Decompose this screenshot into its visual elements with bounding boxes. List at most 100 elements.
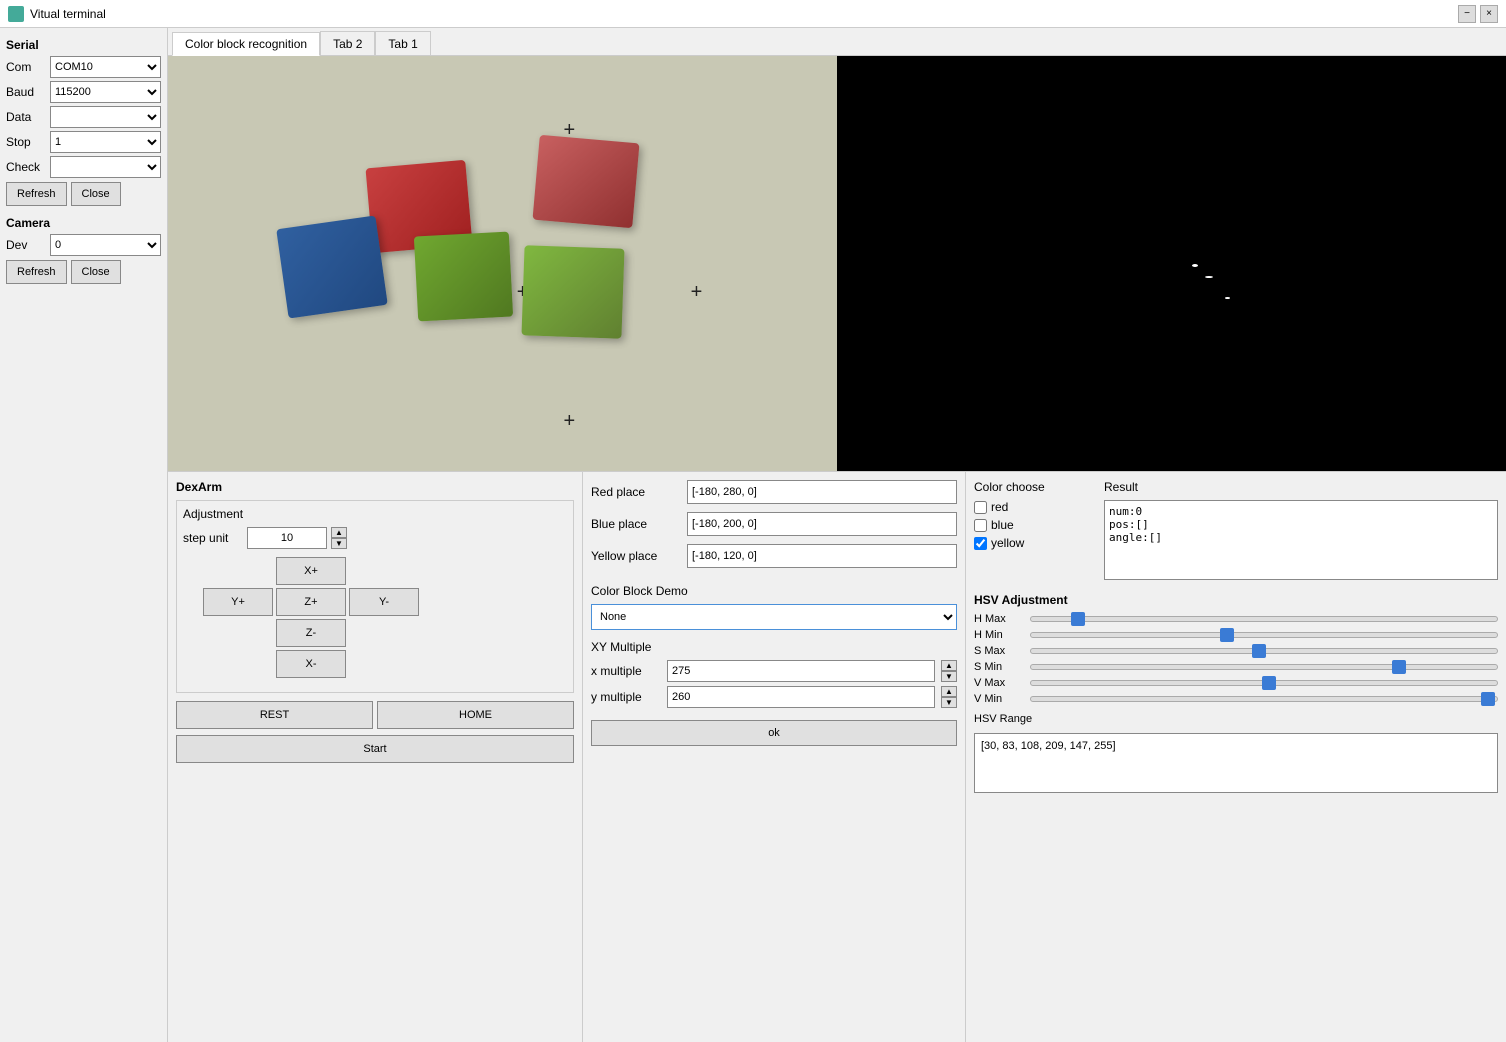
blue-block [276,215,388,318]
app-title: Vitual terminal [30,7,106,21]
step-unit-input[interactable] [247,527,327,549]
step-up-button[interactable]: ▲ [331,527,347,538]
y-plus-button[interactable]: Y+ [203,588,273,616]
data-label: Data [6,110,46,124]
close-button[interactable]: × [1480,5,1498,23]
camera-refresh-button[interactable]: Refresh [6,260,67,284]
tab-color-block[interactable]: Color block recognition [172,32,320,56]
x-plus-button[interactable]: X+ [276,557,346,585]
dev-select[interactable]: 012 [50,234,161,256]
hsv-thumb-2 [1252,644,1266,658]
camera-close-button[interactable]: Close [71,260,121,284]
hsv-label-2: S Max [974,645,1024,657]
x-multiple-down[interactable]: ▼ [941,671,957,682]
hsv-track-0[interactable] [1030,616,1498,622]
green-block-1 [413,232,512,322]
dexarm-title: DexArm [176,480,574,494]
baud-label: Baud [6,85,46,99]
camera-view-black [837,56,1506,471]
serial-close-button[interactable]: Close [71,182,121,206]
blue-label: blue [991,518,1014,532]
result-textarea: num:0 pos:[] angle:[] [1104,500,1498,580]
hsv-thumb-1 [1220,628,1234,642]
hsv-range-box: [30, 83, 108, 209, 147, 255] [974,733,1498,793]
adjustment-title: Adjustment [183,507,567,521]
color-choose-section: Color choose red blue yell [974,480,1094,583]
x-multiple-up[interactable]: ▲ [941,660,957,671]
hsv-slider-row-2: S Max [974,645,1498,657]
hsv-track-3[interactable] [1030,664,1498,670]
xy-multiple-title: XY Multiple [591,640,957,654]
rest-button[interactable]: REST [176,701,373,729]
tab-1[interactable]: Tab 1 [375,31,430,55]
stop-select[interactable]: 12 [50,131,161,153]
hsv-track-2[interactable] [1030,648,1498,654]
result-title: Result [1104,480,1498,494]
x-multiple-label: x multiple [591,664,661,678]
hsv-thumb-0 [1071,612,1085,626]
minimize-button[interactable]: − [1458,5,1476,23]
hsv-section: HSV Adjustment H MaxH MinS MaxS MinV Max… [974,593,1498,793]
x-multiple-input[interactable] [667,660,935,682]
hsv-thumb-5 [1481,692,1495,706]
home-button[interactable]: HOME [377,701,574,729]
hsv-track-1[interactable] [1030,632,1498,638]
y-multiple-up[interactable]: ▲ [941,686,957,697]
white-speck-3 [1225,297,1230,299]
yellow-checkbox[interactable] [974,537,987,550]
hsv-thumb-4 [1262,676,1276,690]
step-down-button[interactable]: ▼ [331,538,347,549]
blue-checkbox[interactable] [974,519,987,532]
serial-refresh-button[interactable]: Refresh [6,182,67,206]
y-multiple-input[interactable] [667,686,935,708]
ok-button[interactable]: ok [591,720,957,746]
crosshair-4: + [687,283,707,303]
hsv-slider-row-5: V Min [974,693,1498,705]
start-button[interactable]: Start [176,735,574,763]
title-bar: Vitual terminal − × [0,0,1506,28]
com-label: Com [6,60,46,74]
red-checkbox[interactable] [974,501,987,514]
hsv-label-5: V Min [974,693,1024,705]
color-block-demo-select[interactable]: NoneDemo1Demo2 [591,604,957,630]
white-speck-2 [1205,276,1213,278]
y-multiple-label: y multiple [591,690,661,704]
hsv-label-4: V Max [974,677,1024,689]
com-select[interactable]: COM10COM1COM2 [50,56,161,78]
hsv-thumb-3 [1392,660,1406,674]
data-select[interactable]: 87 [50,106,161,128]
green-block-2 [521,245,624,338]
hsv-slider-row-4: V Max [974,677,1498,689]
white-speck-1 [1192,264,1198,267]
yellow-place-input[interactable] [687,544,957,568]
hsv-track-4[interactable] [1030,680,1498,686]
tab-2[interactable]: Tab 2 [320,31,375,55]
y-multiple-down[interactable]: ▼ [941,697,957,708]
hsv-slider-row-0: H Max [974,613,1498,625]
z-minus-button[interactable]: Z- [276,619,346,647]
hsv-title: HSV Adjustment [974,593,1498,607]
blue-place-label: Blue place [591,517,681,531]
blue-place-input[interactable] [687,512,957,536]
hsv-label-0: H Max [974,613,1024,625]
x-minus-button[interactable]: X- [276,650,346,678]
tab-bar: Color block recognition Tab 2 Tab 1 [168,28,1506,56]
check-select[interactable]: NoneEven [50,156,161,178]
y-minus-button[interactable]: Y- [349,588,419,616]
red-place-label: Red place [591,485,681,499]
crosshair-5: + [559,411,579,431]
color-choose-title: Color choose [974,480,1094,494]
camera-view-color: + + + + + [168,56,837,471]
z-plus-button[interactable]: Z+ [276,588,346,616]
red-label: red [991,500,1008,514]
red-block-2 [532,135,639,228]
hsv-slider-row-1: H Min [974,629,1498,641]
step-unit-label: step unit [183,531,243,545]
camera-section-label: Camera [6,216,161,230]
dexarm-panel: DexArm Adjustment step unit ▲ ▼ [168,472,583,1042]
hsv-track-5[interactable] [1030,696,1498,702]
hsv-range-label: HSV Range [974,713,1498,725]
check-label: Check [6,160,46,174]
baud-select[interactable]: 1152009600 [50,81,161,103]
red-place-input[interactable] [687,480,957,504]
